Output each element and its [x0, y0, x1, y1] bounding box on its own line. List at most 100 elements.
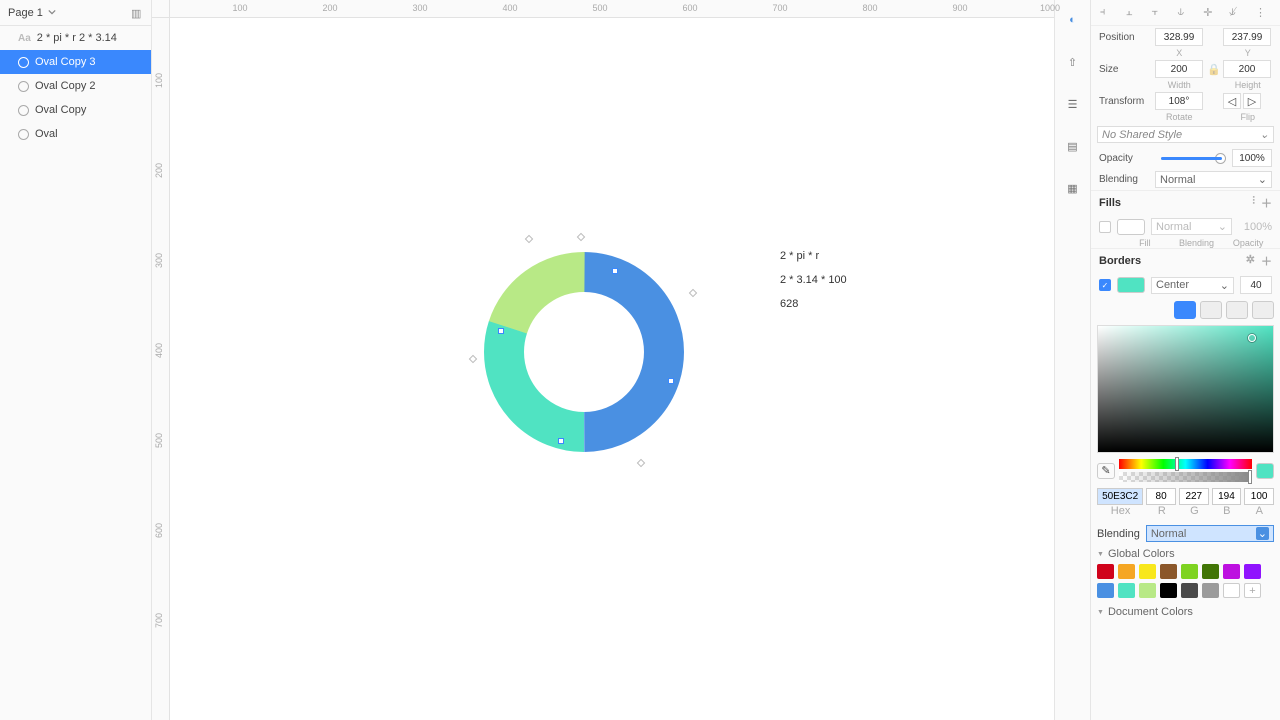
canvas-area[interactable]: 1002003004005006007008009001000 10020030… [152, 0, 1054, 720]
b-input[interactable] [1212, 488, 1242, 505]
page-selector[interactable]: Page 1 ▥ [0, 0, 151, 26]
grid-tab-icon[interactable]: ▦ [1063, 178, 1083, 198]
color-swatch[interactable] [1202, 583, 1219, 598]
borders-header: Borders [1099, 255, 1141, 267]
add-fill-icon[interactable]: ＋ [1261, 195, 1272, 211]
radial-gradient-tab[interactable] [1226, 301, 1248, 319]
pattern-fill-tab[interactable] [1252, 301, 1274, 319]
fill-opacity-value: 100% [1238, 221, 1272, 233]
fills-header: Fills [1099, 197, 1121, 209]
saturation-value-field[interactable] [1097, 325, 1274, 453]
ruler-vertical: 100200300400500600700 [152, 18, 170, 720]
hex-input[interactable] [1097, 488, 1143, 505]
oval-layer-icon [18, 81, 29, 92]
fill-color-swatch[interactable] [1117, 219, 1145, 235]
hue-slider[interactable] [1119, 459, 1252, 469]
ruler-horizontal: 1002003004005006007008009001000 [170, 0, 1054, 18]
inspector-tabs: ◐ ⇧ ☰ ▤ ▦ [1054, 0, 1090, 720]
height-input[interactable] [1223, 60, 1271, 78]
color-swatch[interactable] [1097, 583, 1114, 598]
border-enable-checkbox[interactable] [1099, 279, 1111, 291]
fill-blending-select[interactable]: Normal⌄ [1151, 218, 1232, 235]
blending-select[interactable]: Normal⌄ [1155, 171, 1272, 188]
picker-blending-select[interactable]: Normal⌄ [1146, 525, 1274, 542]
flip-horizontal-icon[interactable]: ◁ [1223, 93, 1241, 109]
alpha-slider[interactable] [1119, 472, 1252, 482]
oval-layer-icon [18, 57, 29, 68]
add-swatch-icon[interactable]: + [1244, 583, 1261, 598]
export-tab-icon[interactable]: ⇧ [1063, 52, 1083, 72]
blending-label: Blending [1099, 174, 1151, 185]
border-position-select[interactable]: Center⌄ [1151, 277, 1234, 294]
opacity-input[interactable] [1232, 149, 1272, 167]
align-right-icon[interactable]: ⫟ [1152, 6, 1168, 20]
color-swatch[interactable] [1118, 583, 1135, 598]
layer-item[interactable]: Oval Copy [0, 98, 151, 122]
current-color-preview [1256, 463, 1274, 479]
color-swatch[interactable] [1160, 583, 1177, 598]
distribute-icon[interactable]: ⋮ [1255, 6, 1271, 20]
transform-label: Transform [1099, 96, 1151, 107]
layer-name: Oval Copy [35, 104, 86, 116]
inspector: ⫞ ⫠ ⫟ ⫝ ✛ ⫝̸ ⋮ Position XY Size 🔒 WidthH… [1090, 0, 1280, 720]
width-input[interactable] [1155, 60, 1203, 78]
align-bottom-icon[interactable]: ⫝̸ [1229, 6, 1245, 20]
eyedropper-icon[interactable]: ✎ [1097, 463, 1115, 479]
align-middle-icon[interactable]: ✛ [1203, 6, 1219, 20]
lock-aspect-icon[interactable]: 🔒 [1207, 63, 1219, 76]
layer-name: 2 * pi * r 2 * 3.14 [37, 32, 117, 44]
borders-settings-icon[interactable]: ✲ [1246, 253, 1255, 269]
layer-item[interactable]: Oval [0, 122, 151, 146]
opacity-label: Opacity [1099, 153, 1151, 164]
add-border-icon[interactable]: ＋ [1261, 253, 1272, 269]
document-colors-header[interactable]: Document Colors [1097, 606, 1274, 618]
oval-layer-icon [18, 105, 29, 116]
layers-panel: Page 1 ▥ Aa2 * pi * r 2 * 3.14 Oval Copy … [0, 0, 152, 720]
global-colors-header[interactable]: Global Colors [1097, 548, 1274, 560]
shared-style-select[interactable]: No Shared Style⌄ [1097, 126, 1274, 143]
size-label: Size [1099, 64, 1151, 75]
a-input[interactable] [1244, 488, 1274, 505]
align-center-h-icon[interactable]: ⫠ [1126, 6, 1142, 20]
color-swatch[interactable] [1244, 564, 1261, 579]
border-thickness-input[interactable] [1240, 276, 1272, 294]
global-color-swatches: + [1097, 564, 1274, 598]
color-swatch[interactable] [1139, 583, 1156, 598]
position-y-input[interactable] [1223, 28, 1271, 46]
position-x-input[interactable] [1155, 28, 1203, 46]
align-left-icon[interactable]: ⫞ [1100, 6, 1116, 20]
solid-fill-tab[interactable] [1174, 301, 1196, 319]
align-top-icon[interactable]: ⫝ [1177, 6, 1193, 20]
rotate-input[interactable] [1155, 92, 1203, 110]
color-swatch[interactable] [1181, 583, 1198, 598]
layer-item[interactable]: Oval Copy 3 [0, 50, 151, 74]
color-swatch[interactable] [1160, 564, 1177, 579]
r-input[interactable] [1146, 488, 1176, 505]
color-swatch[interactable] [1181, 564, 1198, 579]
layer-name: Oval Copy 2 [35, 80, 96, 92]
color-picker: ✎ Hex RGBA Blending Normal⌄ [1091, 297, 1280, 626]
position-label: Position [1099, 32, 1151, 43]
canvas-text[interactable]: 2 * pi * r 2 * 3.14 * 100 628 [780, 244, 847, 316]
border-color-swatch[interactable] [1117, 277, 1145, 293]
color-swatch[interactable] [1202, 564, 1219, 579]
layers-toggle-icon[interactable]: ▥ [131, 7, 143, 19]
linear-gradient-tab[interactable] [1200, 301, 1222, 319]
fills-settings-icon[interactable]: ⫶ [1252, 195, 1255, 211]
layout-tab-icon[interactable]: ▤ [1063, 136, 1083, 156]
layer-item[interactable]: Aa2 * pi * r 2 * 3.14 [0, 26, 151, 50]
color-swatch[interactable] [1223, 583, 1240, 598]
fill-enable-checkbox[interactable] [1099, 221, 1111, 233]
layer-name: Oval Copy 3 [35, 56, 96, 68]
appearance-tab-icon[interactable]: ◐ [1063, 10, 1083, 30]
flip-vertical-icon[interactable]: ▷ [1243, 93, 1261, 109]
donut-shape[interactable] [472, 240, 696, 464]
g-input[interactable] [1179, 488, 1209, 505]
layer-item[interactable]: Oval Copy 2 [0, 74, 151, 98]
color-swatch[interactable] [1139, 564, 1156, 579]
color-swatch[interactable] [1223, 564, 1240, 579]
opacity-slider[interactable] [1161, 157, 1222, 160]
color-swatch[interactable] [1097, 564, 1114, 579]
color-swatch[interactable] [1118, 564, 1135, 579]
align-tab-icon[interactable]: ☰ [1063, 94, 1083, 114]
